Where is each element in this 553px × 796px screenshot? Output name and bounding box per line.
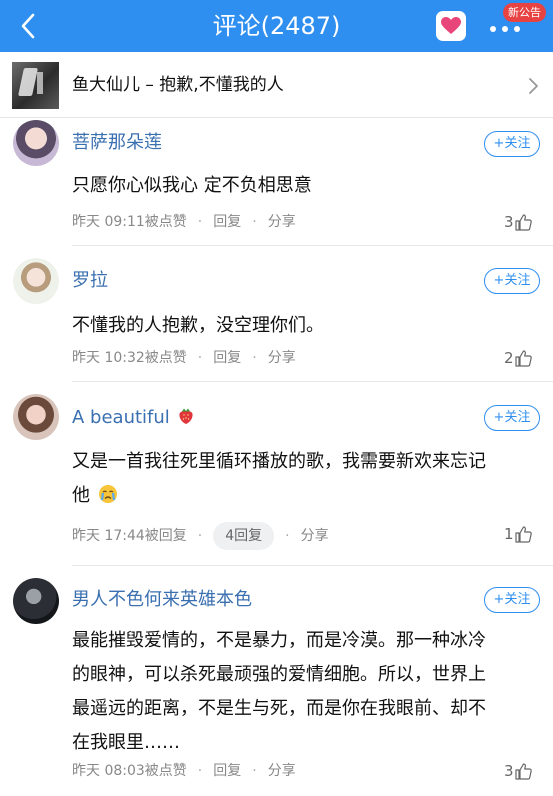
heart-icon xyxy=(441,17,461,34)
like-button[interactable]: 3 xyxy=(504,212,532,232)
comment-item: 罗拉 +关注 不懂我的人抱歉，没空理你们。 昨天 10:32 被点赞 · 回复 … xyxy=(0,246,553,382)
comment-username[interactable]: 菩萨那朵莲 xyxy=(72,131,162,155)
like-count: 3 xyxy=(504,213,514,231)
follow-button[interactable]: +关注 xyxy=(484,587,540,613)
comment-username[interactable]: 男人不色何来英雄本色 xyxy=(72,588,252,612)
chevron-right-icon xyxy=(529,78,538,94)
like-button[interactable]: 2 xyxy=(504,348,532,368)
avatar[interactable] xyxy=(13,258,59,304)
page-title: 评论(2487) xyxy=(212,12,341,40)
avatar[interactable] xyxy=(13,394,59,440)
heart-button[interactable] xyxy=(436,11,466,41)
song-title: 鱼大仙儿 – 抱歉,不懂我的人 xyxy=(72,75,284,95)
comment-action: 被点赞 xyxy=(144,763,187,779)
like-count: 2 xyxy=(504,349,514,367)
comment-line: 他 xyxy=(72,479,538,513)
comment-time: 昨天 08:03 xyxy=(72,763,145,779)
album-cover xyxy=(12,62,59,109)
comment-action: 被回复 xyxy=(144,528,187,544)
thumbs-up-icon xyxy=(514,213,532,231)
avatar[interactable] xyxy=(13,578,59,624)
like-button[interactable]: 3 xyxy=(504,761,532,781)
comment-item: 菩萨那朵莲 +关注 只愿你心似我心 定不负相思意 昨天 09:11 被点赞 · … xyxy=(0,118,553,246)
announcement-badge[interactable]: 新公告 xyxy=(503,3,546,22)
reply-link[interactable]: 回复 xyxy=(213,348,241,368)
thumbs-up-icon xyxy=(514,349,532,367)
comment-item: A beautiful +关注 又是一首我往死里循环播放的歌，我需要新欢来忘记 … xyxy=(0,382,553,566)
comment-meta: 昨天 08:03 被点赞 · 回复 · 分享 xyxy=(72,761,296,781)
comment-meta: 昨天 10:32 被点赞 · 回复 · 分享 xyxy=(72,348,296,368)
comment-action: 被点赞 xyxy=(144,350,187,366)
comment-text: 不懂我的人抱歉，没空理你们。 xyxy=(72,315,324,336)
comment-meta: 昨天 09:11 被点赞 · 回复 · 分享 xyxy=(72,212,296,232)
comment-username[interactable]: A beautiful xyxy=(72,406,194,430)
share-link[interactable]: 分享 xyxy=(268,761,296,781)
like-count: 3 xyxy=(504,762,514,780)
share-link[interactable]: 分享 xyxy=(268,348,296,368)
comment-text: 只愿你心似我心 定不负相思意 xyxy=(72,175,312,196)
comment-item: 男人不色何来英雄本色 +关注 最能摧毁爱情的，不是暴力，而是冷漠。那一种冰冷 的… xyxy=(0,566,553,796)
username-text: A beautiful xyxy=(72,407,170,428)
avatar[interactable] xyxy=(13,120,59,166)
comment-username[interactable]: 罗拉 xyxy=(72,269,108,293)
reply-count-button[interactable]: 4回复 xyxy=(213,522,275,550)
follow-button[interactable]: +关注 xyxy=(484,131,540,157)
like-count: 1 xyxy=(504,525,514,543)
thumbs-up-icon xyxy=(514,762,532,780)
song-row[interactable]: 鱼大仙儿 – 抱歉,不懂我的人 xyxy=(0,52,553,118)
thumbs-up-icon xyxy=(514,525,532,543)
crying-face-icon xyxy=(98,485,117,503)
comment-line: 的眼神，可以杀死最顽强的爱情细胞。所以，世界上 xyxy=(72,664,486,685)
comment-time: 昨天 09:11 xyxy=(72,214,145,230)
comment-text: 最能摧毁爱情的，不是暴力，而是冷漠。那一种冰冷 的眼神，可以杀死最顽强的爱情细胞… xyxy=(72,624,538,760)
more-dots-icon xyxy=(490,26,520,32)
like-button[interactable]: 1 xyxy=(504,524,532,544)
comment-line: 在我眼里…… xyxy=(72,732,180,753)
follow-button[interactable]: +关注 xyxy=(484,405,540,431)
comment-text: 又是一首我往死里循环播放的歌，我需要新欢来忘记 他 xyxy=(72,445,538,513)
top-bar: 评论(2487) 新公告 xyxy=(0,0,553,52)
follow-button[interactable]: +关注 xyxy=(484,268,540,294)
comment-action: 被点赞 xyxy=(144,214,187,230)
share-link[interactable]: 分享 xyxy=(268,212,296,232)
comment-time: 昨天 17:44 xyxy=(72,528,145,544)
share-link[interactable]: 分享 xyxy=(301,526,329,546)
strawberry-icon xyxy=(178,408,193,424)
reply-link[interactable]: 回复 xyxy=(213,761,241,781)
reply-link[interactable]: 回复 xyxy=(213,212,241,232)
comment-line: 最能摧毁爱情的，不是暴力，而是冷漠。那一种冰冷 xyxy=(72,630,486,651)
comment-time: 昨天 10:32 xyxy=(72,350,145,366)
comment-meta: 昨天 17:44 被回复 · 4回复 · 分享 xyxy=(72,522,329,550)
comment-line: 又是一首我往死里循环播放的歌，我需要新欢来忘记 xyxy=(72,451,486,472)
comment-line: 最遥远的距离，不是生与死，而是你在我眼前、却不 xyxy=(72,698,486,719)
